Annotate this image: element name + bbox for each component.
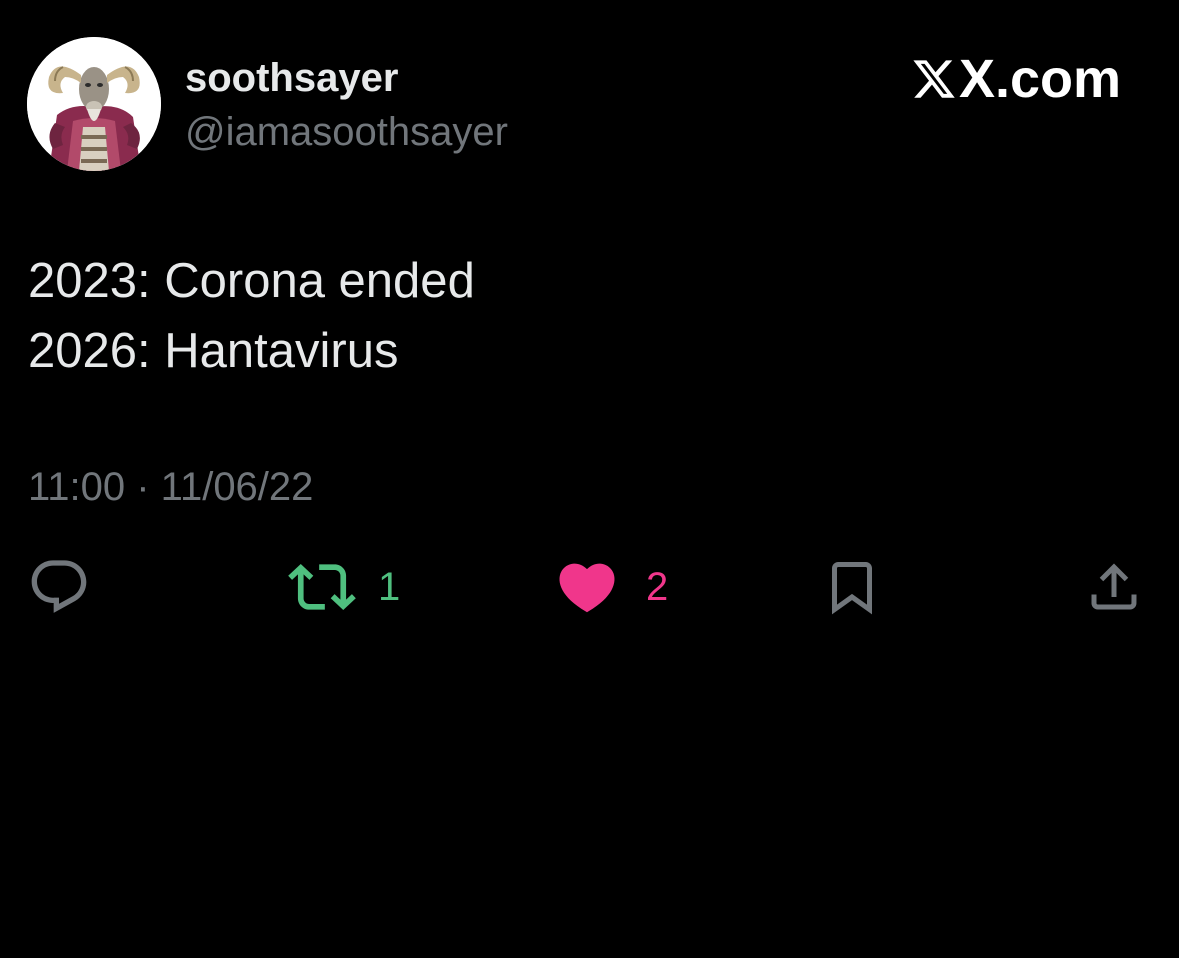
retweet-icon bbox=[288, 563, 356, 611]
heart-icon bbox=[559, 563, 615, 613]
goat-soothsayer-avatar-icon bbox=[27, 37, 161, 171]
x-logo-icon bbox=[913, 60, 955, 98]
tweet-line: 2026: Hantavirus bbox=[28, 324, 399, 378]
bookmark-button[interactable] bbox=[822, 555, 882, 619]
user-handle[interactable]: @iamasoothsayer bbox=[185, 106, 508, 158]
reply-button[interactable] bbox=[27, 555, 91, 619]
reply-icon bbox=[31, 560, 87, 613]
tweet-timestamp[interactable]: 11:00 · 11/06/22 bbox=[28, 462, 313, 512]
like-count: 2 bbox=[646, 565, 669, 609]
bookmark-icon bbox=[832, 562, 872, 615]
brand-label: X.com bbox=[958, 49, 1121, 109]
tweet-text: 2023: Corona ended 2026: Hantavirus bbox=[28, 246, 475, 386]
brand-mark: X.com bbox=[911, 48, 1121, 110]
share-button[interactable] bbox=[1084, 555, 1144, 619]
share-icon bbox=[1091, 563, 1137, 610]
avatar[interactable] bbox=[27, 37, 161, 171]
retweet-button[interactable]: 1 bbox=[288, 555, 400, 619]
retweet-count: 1 bbox=[378, 565, 401, 609]
display-name[interactable]: soothsayer bbox=[185, 52, 398, 104]
tweet-line: 2023: Corona ended bbox=[28, 254, 475, 308]
like-button[interactable]: 2 bbox=[554, 555, 668, 619]
